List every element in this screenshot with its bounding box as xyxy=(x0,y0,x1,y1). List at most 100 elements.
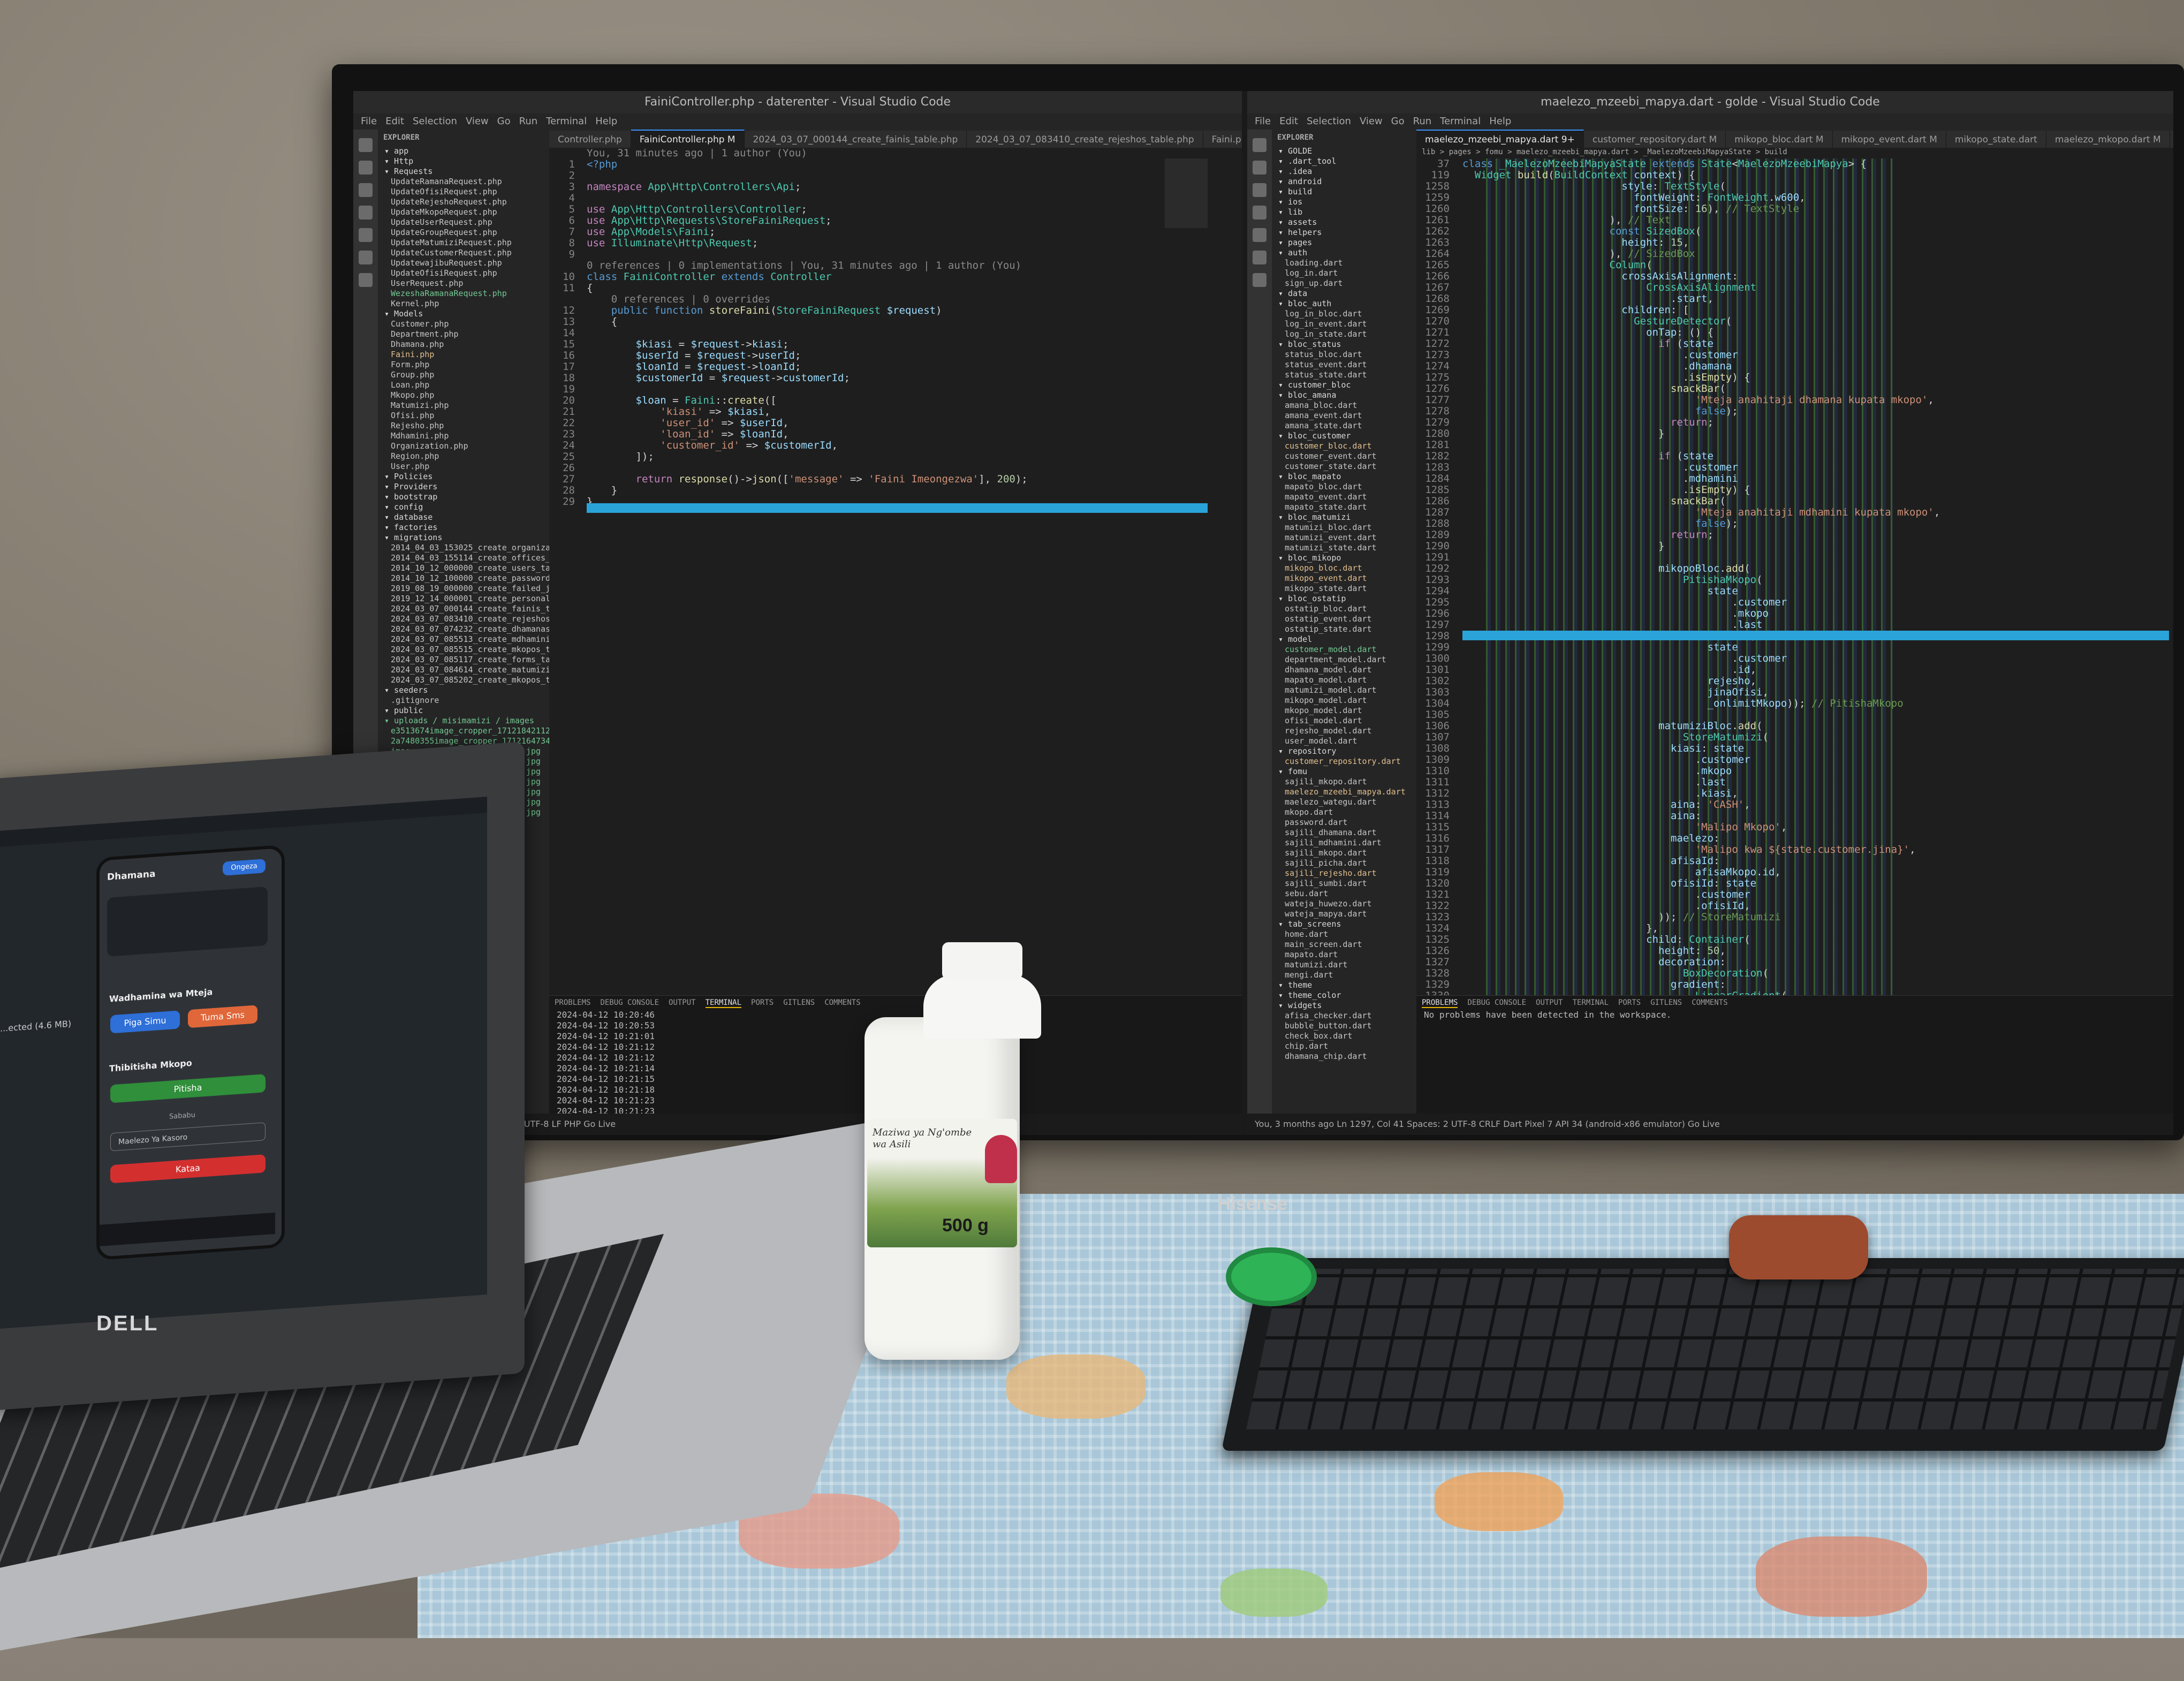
menu-item[interactable]: File xyxy=(1255,116,1271,127)
tree-file[interactable]: UpdateMatumiziRequest.php xyxy=(378,238,549,248)
code-line[interactable]: mikopoBloc.add( xyxy=(1462,563,2173,574)
tree-file[interactable]: 2024_03_07_083410_create_rejeshos_table.… xyxy=(378,614,549,624)
pitisha-button[interactable]: Pitisha xyxy=(110,1074,266,1103)
tree-file[interactable]: Mdhamini.php xyxy=(378,431,549,441)
code-line[interactable]: .last xyxy=(1462,619,2173,631)
tree-file[interactable]: 2014_04_03_155114_create_offices_table.p… xyxy=(378,553,549,563)
code-line[interactable]: snackBar( xyxy=(1462,383,2173,395)
tree-file[interactable]: log_in_state.dart xyxy=(1272,329,1416,339)
code-line[interactable]: 'user_id' => $userId, xyxy=(587,418,1242,429)
panel-tab[interactable]: COMMENTS xyxy=(1692,998,1727,1007)
tree-file[interactable]: mapato_bloc.dart xyxy=(1272,482,1416,492)
menu-item[interactable]: Selection xyxy=(1307,116,1351,127)
menu-item[interactable]: Terminal xyxy=(546,116,587,127)
tree-file[interactable]: mengi.dart xyxy=(1272,970,1416,980)
code-line[interactable]: 'loan_id' => $loanId, xyxy=(587,429,1242,440)
tree-file[interactable]: WezeshaRamanaRequest.php xyxy=(378,289,549,299)
tree-file[interactable]: mapato_event.dart xyxy=(1272,492,1416,502)
code-line[interactable]: use App\Http\Requests\StoreFainiRequest; xyxy=(587,215,1242,226)
code-line[interactable]: 0 references | 0 implementations | You, … xyxy=(587,260,1242,271)
code-line[interactable]: afisaMkopo.id, xyxy=(1462,867,2173,878)
tree-file[interactable]: 2024_03_07_085515_create_mkopos_table.ph… xyxy=(378,645,549,655)
editor-tab[interactable]: Controller.php xyxy=(549,131,631,148)
tree-folder[interactable]: ▾ bloc_mikopo xyxy=(1272,553,1416,563)
menu-item[interactable]: Edit xyxy=(1279,116,1298,127)
tree-folder[interactable]: ▾ database xyxy=(378,512,549,523)
minimap[interactable] xyxy=(1165,158,1208,228)
tree-file[interactable]: rejesho_model.dart xyxy=(1272,726,1416,736)
code-line[interactable]: use App\Models\Faini; xyxy=(587,226,1242,238)
code-line[interactable]: class _MaelezoMzeebiMapyaState extends S… xyxy=(1462,158,2173,170)
android-emulator[interactable]: Dhamana Ongeza Wadhamina wa Mteja Piga S… xyxy=(96,844,285,1261)
code-line[interactable]: 'Mteja anahitaji dhamana kupata mkopo', xyxy=(1462,395,2173,406)
tree-file[interactable]: matumizi_event.dart xyxy=(1272,533,1416,543)
code-line[interactable]: You, 31 minutes ago | 1 author (You) xyxy=(587,148,1242,159)
tree-file[interactable]: mapato.dart xyxy=(1272,950,1416,960)
tree-file[interactable]: Mkopo.php xyxy=(378,390,549,400)
tree-file[interactable]: sajili_picha.dart xyxy=(1272,858,1416,868)
tree-file[interactable]: .gitignore xyxy=(378,695,549,706)
search-icon[interactable] xyxy=(1253,161,1267,175)
ongeza-button[interactable]: Ongeza xyxy=(223,859,266,876)
tree-file[interactable]: mapato_state.dart xyxy=(1272,502,1416,512)
tree-file[interactable]: Organization.php xyxy=(378,441,549,451)
tree-file[interactable]: home.dart xyxy=(1272,929,1416,940)
tree-folder[interactable]: ▾ factories xyxy=(378,523,549,533)
tree-file[interactable]: 2024_03_07_085202_create_mkopos_table.ph… xyxy=(378,675,549,685)
tree-folder[interactable]: ▾ repository xyxy=(1272,746,1416,756)
menu-item[interactable]: Terminal xyxy=(1440,116,1481,127)
tree-file[interactable]: sajili_dhamana.dart xyxy=(1272,828,1416,838)
tree-file[interactable]: mikopo_state.dart xyxy=(1272,584,1416,594)
tree-file[interactable]: UpdateMkopoRequest.php xyxy=(378,207,549,217)
tree-file[interactable]: main_screen.dart xyxy=(1272,940,1416,950)
code-line[interactable]: PitishaMkopo( xyxy=(1462,574,2173,586)
tree-folder[interactable]: ▾ bloc_customer xyxy=(1272,431,1416,441)
tree-file[interactable]: 2024_03_07_074232_create_dhamanas_table.… xyxy=(378,624,549,634)
tree-file[interactable]: mikopo_model.dart xyxy=(1272,695,1416,706)
tree-file[interactable]: dhamana_model.dart xyxy=(1272,665,1416,675)
tree-file[interactable]: UpdateOfisiRequest.php xyxy=(378,268,549,278)
code-content[interactable]: class _MaelezoMzeebiMapyaState extends S… xyxy=(1462,158,2173,996)
tree-file[interactable]: UpdatewajibuRequest.php xyxy=(378,258,549,268)
tree-file[interactable]: mapato_model.dart xyxy=(1272,675,1416,685)
menu-item[interactable]: View xyxy=(1360,116,1383,127)
tree-file[interactable]: e3513674image_cropper_1712184211203.jpg xyxy=(378,726,549,736)
code-line[interactable]: $kiasi = $request->kiasi; xyxy=(587,339,1242,350)
editor-tab[interactable]: customer_repository.dart M xyxy=(1583,131,1726,148)
code-line[interactable]: 'Mteja anahitaji mdhamini kupata mkopo', xyxy=(1462,507,2173,518)
code-line[interactable]: .isEmpty) { xyxy=(1462,484,2173,496)
code-line[interactable]: .last xyxy=(1462,777,2173,788)
editor-tab[interactable]: sajili_rejesho.dart M xyxy=(2170,131,2173,148)
code-line[interactable]: style: TextStyle( xyxy=(1462,181,2173,192)
tree-folder[interactable]: ▾ data xyxy=(1272,289,1416,299)
tree-file[interactable]: maelezo_wategu.dart xyxy=(1272,797,1416,807)
tree-folder[interactable]: ▾ bloc_status xyxy=(1272,339,1416,350)
tree-file[interactable]: dhamana_chip.dart xyxy=(1272,1051,1416,1062)
code-line[interactable]: <?php xyxy=(587,159,1242,170)
code-line[interactable]: .mkopo xyxy=(1462,608,2173,619)
tree-file[interactable]: status_event.dart xyxy=(1272,360,1416,370)
tree-file[interactable]: Region.php xyxy=(378,451,549,461)
tree-file[interactable]: matumizi_state.dart xyxy=(1272,543,1416,553)
panel-tab[interactable]: GITLENS xyxy=(1650,998,1682,1007)
tree-file[interactable]: 2024_03_07_084614_create_matumizis_table… xyxy=(378,665,549,675)
code-line[interactable]: 'kiasi' => $kiasi, xyxy=(587,406,1242,418)
code-line[interactable]: 'customer_id' => $customerId, xyxy=(587,440,1242,451)
code-line[interactable]: child: Container( xyxy=(1462,934,2173,945)
code-line[interactable]: 'Malipo kwa ${state.customer.jina}', xyxy=(1462,844,2173,855)
kataa-button[interactable]: Kataa xyxy=(110,1154,266,1184)
remote-icon[interactable] xyxy=(359,273,373,287)
code-line[interactable]: state xyxy=(1462,586,2173,597)
code-line[interactable]: .customer xyxy=(1462,889,2173,900)
tree-folder[interactable]: ▾ migrations xyxy=(378,533,549,543)
menu-item[interactable]: File xyxy=(361,116,377,127)
code-line[interactable]: .customer xyxy=(1462,350,2173,361)
code-line[interactable]: ofisiId: state xyxy=(1462,878,2173,889)
menu-item[interactable]: Run xyxy=(1413,116,1432,127)
tree-file[interactable]: mikopo_bloc.dart xyxy=(1272,563,1416,573)
editor-tab[interactable]: mikopo_bloc.dart M xyxy=(1726,131,1833,148)
panel-tab[interactable]: TERMINAL xyxy=(1573,998,1609,1007)
code-line[interactable]: rejesho, xyxy=(1462,676,2173,687)
panel-tab[interactable]: PROBLEMS xyxy=(555,998,590,1007)
tree-file[interactable]: Matumizi.php xyxy=(378,400,549,411)
